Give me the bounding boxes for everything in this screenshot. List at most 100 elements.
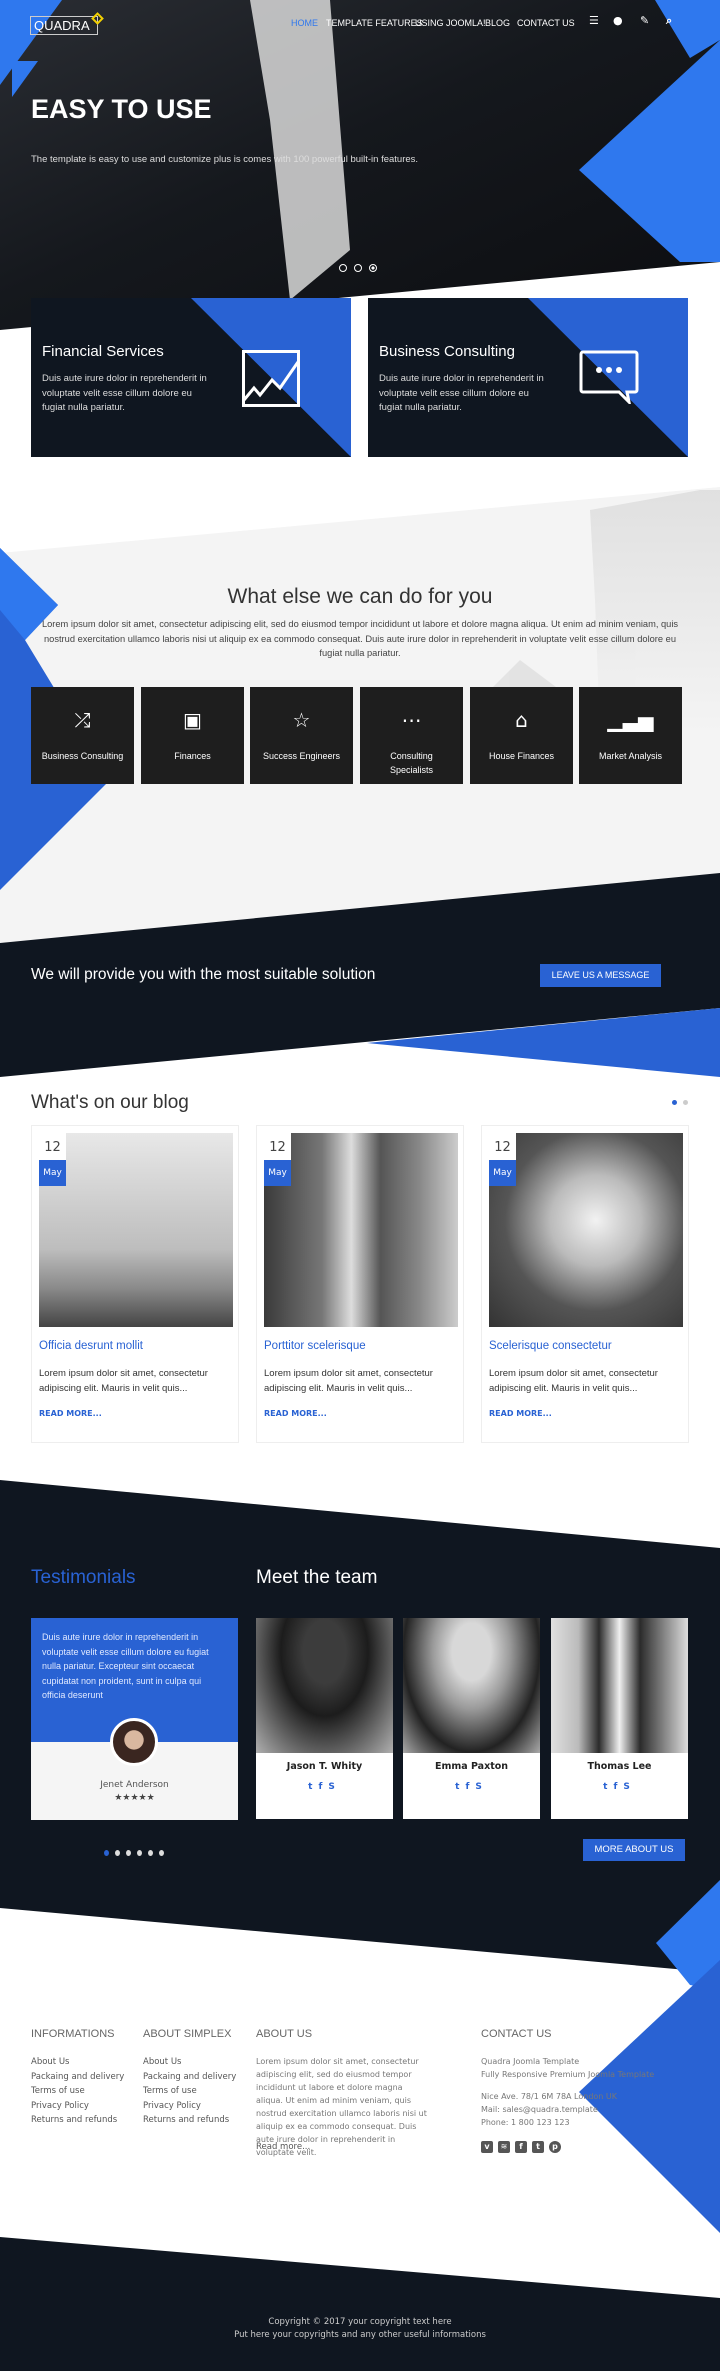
slide-dot-active[interactable] [369,264,377,272]
read-more-link[interactable]: READ MORE... [489,1409,552,1418]
skype-icon[interactable]: S [623,1782,635,1792]
footer-link[interactable]: About Us [143,2055,236,2070]
skype-icon[interactable]: S [328,1782,340,1792]
footer-link[interactable]: Privacy Policy [143,2099,236,2114]
testimonial-text: Duis aute irure dolor in reprehenderit i… [42,1632,209,1700]
footer-link[interactable]: Packaing and delivery [31,2070,124,2085]
post-excerpt: Lorem ipsum dolor sit amet, consectetur … [264,1368,433,1394]
facebook-icon[interactable]: f [613,1782,623,1792]
team-member[interactable]: Thomas Lee tfS [551,1618,688,1819]
twitter-icon[interactable]: t [532,2141,544,2153]
slider-dots [339,264,377,272]
nav-using-joomla[interactable]: USING JOOMLA! [415,18,486,28]
nav-template-features[interactable]: TEMPLATE FEATURES [326,18,423,28]
footer-link[interactable]: Returns and refunds [31,2113,124,2128]
service-market-analysis[interactable]: ▁▃▅ Market Analysis [579,687,682,784]
menu-icon[interactable]: ☰ [589,14,599,27]
blog-post[interactable]: 12 May Porttitor scelerisque Lorem ipsum… [256,1125,464,1443]
blog-image-cave-city[interactable] [489,1133,683,1327]
twitter-icon[interactable]: t [603,1782,613,1792]
money-icon: ▣ [183,708,202,732]
nav-home[interactable]: HOME [291,18,318,28]
footer-link[interactable]: Terms of use [143,2084,236,2099]
facebook-icon[interactable]: f [318,1782,328,1792]
service-business-consulting[interactable]: ⤮ Business Consulting [31,687,134,784]
user-icon[interactable]: ● [613,14,623,27]
post-day: 12 [489,1133,516,1162]
twitter-icon[interactable]: t [455,1782,465,1792]
blog-post[interactable]: 12 May Officia desrunt mollit Lorem ipsu… [31,1125,239,1443]
social-links[interactable]: tfS [403,1782,540,1792]
service-finances[interactable]: ▣ Finances [141,687,244,784]
feature-title: Business Consulting [379,343,515,360]
hero-background [0,0,720,330]
service-success-engineers[interactable]: ☆ Success Engineers [250,687,353,784]
avatar [110,1718,158,1766]
slide-dot[interactable] [354,264,362,272]
feature-title: Financial Services [42,343,164,360]
blog-post[interactable]: 12 May Scelerisque consectetur Lorem ips… [481,1125,689,1443]
blog-image-skyscrapers[interactable] [264,1133,458,1327]
team-member[interactable]: Jason T. Whity tfS [256,1618,393,1819]
rss-icon[interactable]: ≋ [498,2141,510,2153]
post-excerpt: Lorem ipsum dolor sit amet, consectetur … [489,1368,658,1394]
dot-active[interactable] [104,1850,109,1856]
dot[interactable] [148,1850,153,1856]
footer-link[interactable]: Packaing and delivery [143,2070,236,2085]
search-icon[interactable]: ⌕ [666,14,672,28]
service-house-finances[interactable]: ⌂ House Finances [470,687,573,784]
dot[interactable] [159,1850,164,1856]
dot[interactable] [137,1850,142,1856]
post-title[interactable]: Porttitor scelerisque [264,1340,366,1352]
contact-line: Fully Responsive Premium Joomla Template [481,2070,655,2079]
facebook-icon[interactable]: f [515,2141,527,2153]
footer-link[interactable]: Returns and refunds [143,2113,236,2128]
read-more-link[interactable]: READ MORE... [264,1409,327,1418]
blog-page-dot[interactable] [683,1100,688,1105]
chart-icon [242,350,300,407]
twitter-icon[interactable]: t [308,1782,318,1792]
post-month: May [489,1160,516,1186]
blog-image-yacht[interactable] [39,1133,233,1327]
skype-icon[interactable]: S [475,1782,487,1792]
feature-card-financial[interactable]: Financial Services Duis aute irure dolor… [31,298,351,457]
social-links[interactable]: tfS [551,1782,688,1792]
blog-page-dot-active[interactable] [672,1100,677,1105]
nav-contact-us[interactable]: CONTACT US [517,18,575,28]
nav-blog[interactable]: BLOG [485,18,510,28]
post-title[interactable]: Officia desrunt mollit [39,1340,143,1352]
service-label: Finances [174,751,211,761]
leave-message-button[interactable]: LEAVE US A MESSAGE [540,964,661,987]
footer-read-more-link[interactable]: Read more... [256,2142,310,2152]
footer-link[interactable]: Privacy Policy [31,2099,124,2114]
footer-link[interactable]: About Us [31,2055,124,2070]
read-more-link[interactable]: READ MORE... [39,1409,102,1418]
testimonial-dots [104,1850,164,1856]
post-day: 12 [264,1133,291,1162]
feature-text: Duis aute irure dolor in reprehenderit i… [379,373,544,413]
slide-dot[interactable] [339,264,347,272]
contact-mail[interactable]: Mail: sales@quadra.template [481,2103,654,2116]
post-month: May [39,1160,66,1186]
feature-card-consulting[interactable]: Business Consulting Duis aute irure dolo… [368,298,688,457]
team-member[interactable]: Emma Paxton tfS [403,1618,540,1819]
social-links[interactable]: tfS [256,1782,393,1792]
more-about-us-button[interactable]: MORE ABOUT US [583,1839,685,1861]
pencil-icon[interactable]: ✎ [640,14,649,27]
bar-chart-icon: ▁▃▅ [607,708,654,732]
service-label: House Finances [488,751,555,761]
footer-informations-title: INFORMATIONS [31,2028,115,2040]
services-text: Lorem ipsum dolor sit amet, consectetur … [41,619,679,658]
dot[interactable] [126,1850,131,1856]
footer-link[interactable]: Terms of use [31,2084,124,2099]
testimonial-name: Jenet Anderson [100,1780,169,1790]
vimeo-icon[interactable]: v [481,2141,493,2153]
facebook-icon[interactable]: f [465,1782,475,1792]
pinterest-icon[interactable]: p [549,2141,561,2153]
contact-address: Nice Ave. 78/1 6M 78A London UK [481,2092,618,2101]
footer-informations-links: About Us Packaing and delivery Terms of … [31,2055,124,2128]
logo[interactable]: QUADRA [30,16,98,35]
dot[interactable] [115,1850,120,1856]
service-consulting-specialists[interactable]: ⋯ Consulting Specialists [360,687,463,784]
post-title[interactable]: Scelerisque consectetur [489,1340,612,1352]
